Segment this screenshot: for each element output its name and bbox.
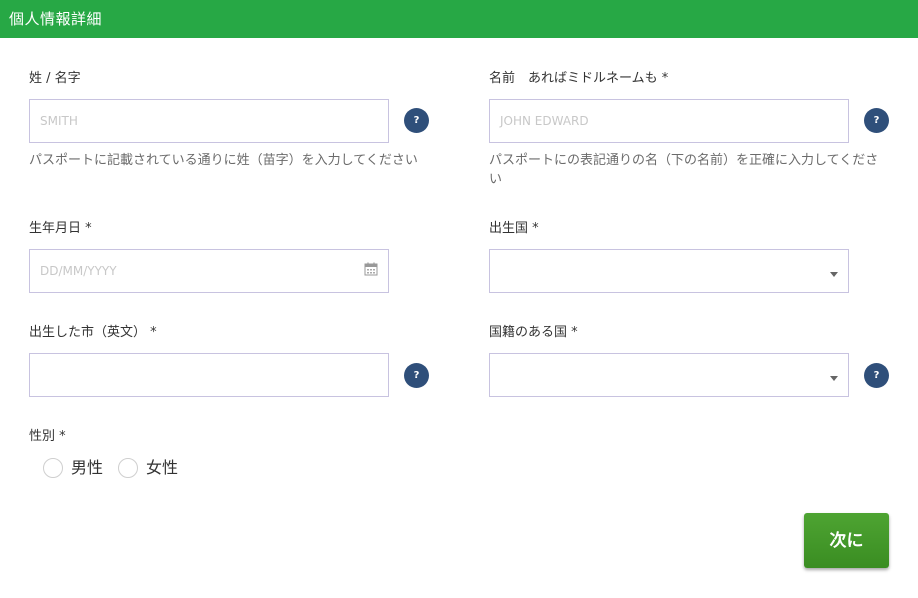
surname-label: 姓 / 名字 [29,71,81,86]
radio-female[interactable] [118,458,138,478]
surname-input[interactable]: SMITH [29,99,389,143]
birth-city-label: 出生した市（英文） * [29,325,157,340]
birth-country-label: 出生国 * [489,221,539,236]
page-header: 個人情報詳細 [0,0,918,38]
birth-country-select[interactable] [489,249,849,293]
gender-female-label[interactable]: 女性 [146,457,178,479]
surname-hint: パスポートに記載されている通りに姓（苗字）を入力してください [29,153,418,168]
caret-down-icon [830,272,838,277]
given-names-placeholder: JOHN EDWARD [500,114,589,128]
birth-city-help-icon[interactable]: ? [404,363,429,388]
gender-male-label[interactable]: 男性 [71,457,103,479]
birth-date-placeholder: DD/MM/YYYY [40,264,117,278]
given-names-label: 名前 あればミドルネームも * [489,71,669,86]
birth-date-input[interactable]: DD/MM/YYYY [29,249,389,293]
calendar-icon[interactable] [364,262,378,276]
surname-placeholder: SMITH [40,114,78,128]
birth-city-input[interactable] [29,353,389,397]
birth-date-label: 生年月日 * [29,221,92,236]
given-names-input[interactable]: JOHN EDWARD [489,99,849,143]
next-button[interactable]: 次に [804,513,889,568]
surname-help-icon[interactable]: ? [404,108,429,133]
page-title: 個人情報詳細 [9,10,103,28]
nationality-label: 国籍のある国 * [489,325,578,340]
caret-down-icon [830,376,838,381]
radio-male[interactable] [43,458,63,478]
given-names-help-icon[interactable]: ? [864,108,889,133]
gender-label: 性別 * [29,429,66,444]
given-names-hint: パスポートにの表記通りの名（下の名前）を正確に入力してください [489,153,879,187]
nationality-select[interactable] [489,353,849,397]
nationality-help-icon[interactable]: ? [864,363,889,388]
